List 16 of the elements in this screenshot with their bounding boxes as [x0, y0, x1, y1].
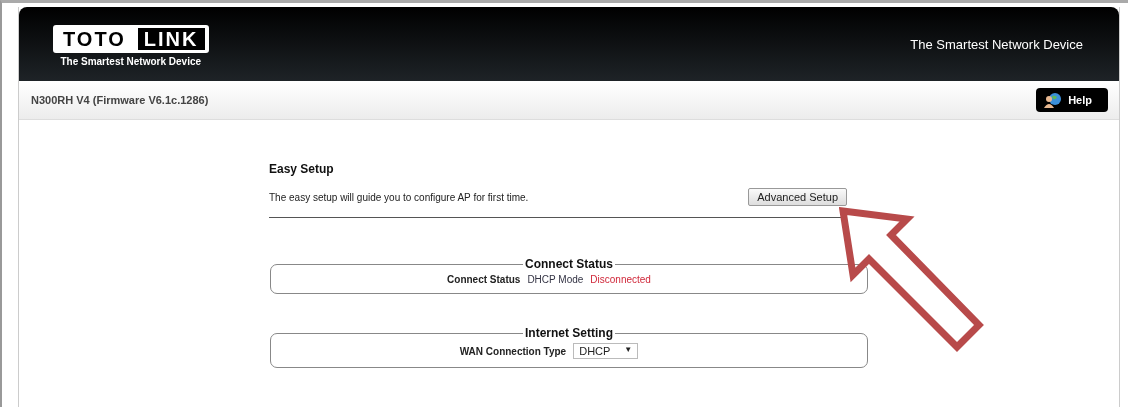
- field-label: Connect Status: [447, 274, 521, 285]
- advanced-setup-button[interactable]: Advanced Setup: [748, 188, 847, 206]
- logo-tagline: The Smartest Network Device: [60, 56, 202, 67]
- section-title: Easy Setup: [269, 162, 335, 176]
- logo: TOTO LINK: [53, 25, 209, 53]
- firmware-label: N300RH V4 (Firmware V6.1c.1286): [31, 94, 209, 106]
- field-label: WAN Connection Type: [459, 345, 567, 357]
- status-value: Disconnected: [590, 274, 651, 285]
- status-mode: DHCP Mode: [527, 274, 584, 285]
- connection-type-select[interactable]: DHCP ▼: [573, 343, 639, 359]
- help-button[interactable]: Help: [1036, 88, 1108, 112]
- panel-legend: Internet Setting: [523, 327, 615, 339]
- globe-person-icon: [1044, 92, 1063, 108]
- header-slogan: The Smartest Network Device: [910, 37, 1083, 52]
- panel-legend: Connect Status: [523, 258, 615, 270]
- setup-description: The easy setup will guide you to configure AP for first time.: [269, 191, 529, 203]
